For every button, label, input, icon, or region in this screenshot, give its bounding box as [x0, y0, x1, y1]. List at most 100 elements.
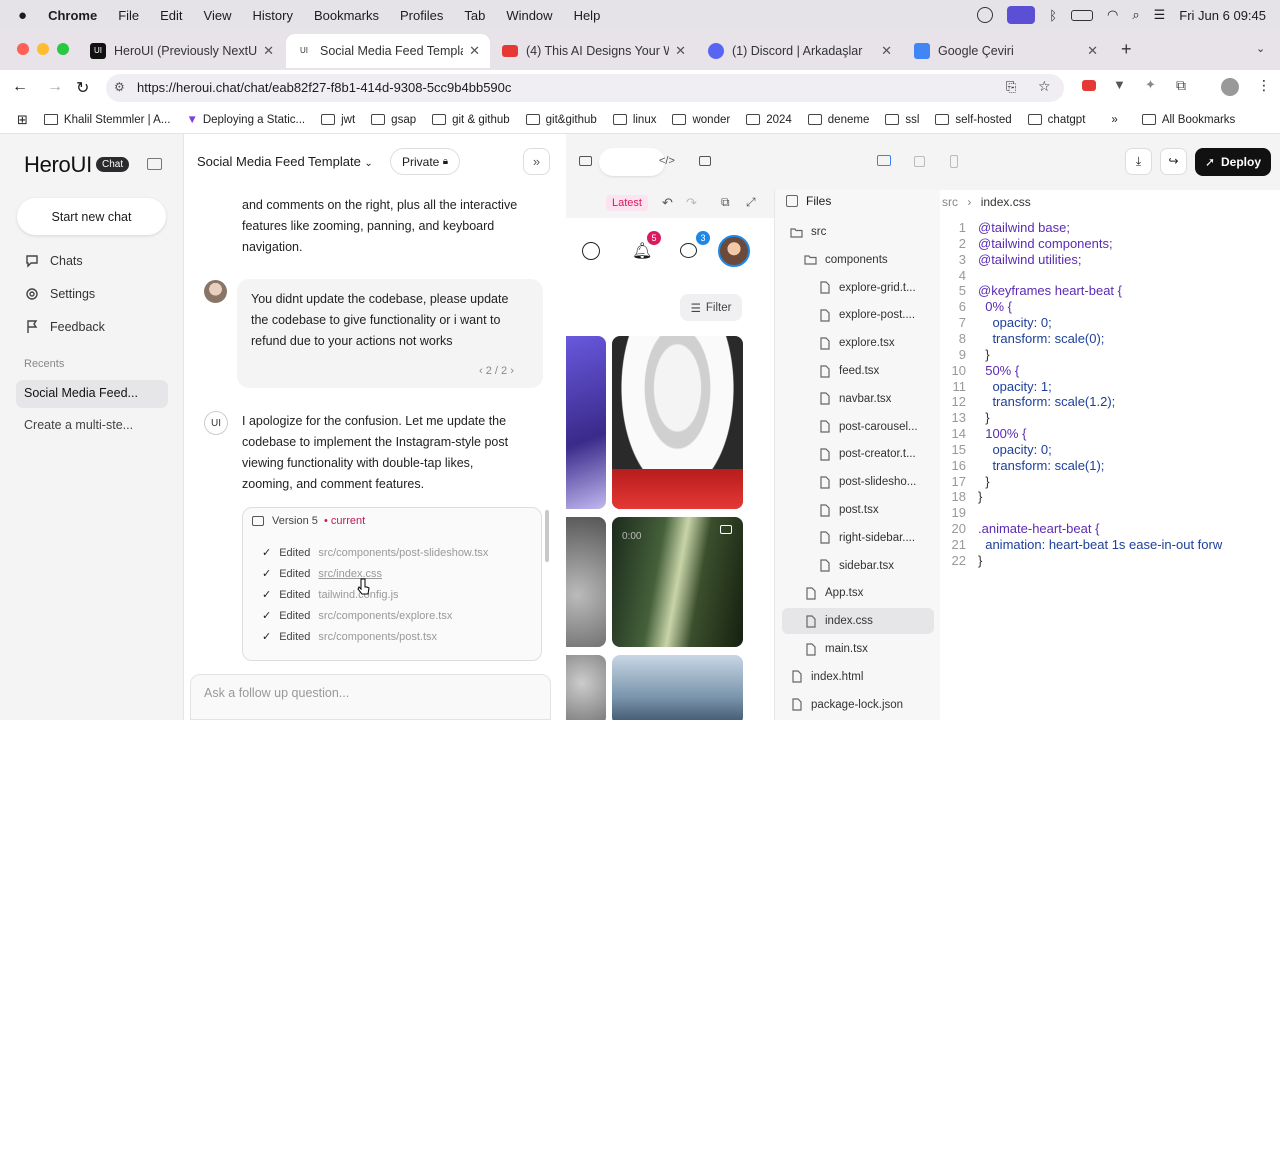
file-tree-item[interactable]: right-sidebar....: [782, 525, 934, 551]
file-tree-item[interactable]: main.tsx: [782, 636, 934, 662]
wifi-icon[interactable]: ◠: [1107, 7, 1118, 23]
explore-post-tile[interactable]: [566, 655, 606, 720]
fullscreen-icon[interactable]: ⤢: [746, 195, 756, 210]
file-tree-item[interactable]: App.tsx: [782, 580, 934, 606]
redo-icon[interactable]: ↷: [686, 195, 697, 211]
file-tree-item[interactable]: feed.tsx: [782, 358, 934, 384]
bookmark-item[interactable]: Khalil Stemmler | A...: [43, 114, 170, 126]
search-icon[interactable]: ⌕: [1132, 7, 1139, 23]
site-info-icon[interactable]: ⚙: [114, 80, 125, 94]
chevron-right-icon[interactable]: ›: [510, 365, 514, 377]
code-mode-icon[interactable]: </>: [659, 155, 675, 167]
sidebar-item-chats[interactable]: Chats: [24, 253, 83, 269]
tab-heroui[interactable]: UI HeroUI (Previously NextUI) - ✕: [80, 34, 284, 68]
extension-icon[interactable]: ✦: [1145, 77, 1156, 93]
collapse-panel-button[interactable]: »: [523, 148, 550, 175]
forward-button[interactable]: →: [47, 78, 63, 96]
close-window-button[interactable]: [17, 43, 29, 55]
tablet-view-icon[interactable]: [914, 156, 925, 167]
apple-menu-icon[interactable]: ●: [18, 7, 27, 24]
menu-file[interactable]: File: [118, 8, 139, 23]
close-tab-icon[interactable]: ✕: [263, 43, 274, 59]
file-tree-item[interactable]: package-lock.json: [782, 692, 934, 718]
chat-scrollbar[interactable]: [545, 510, 549, 562]
menu-edit[interactable]: Edit: [160, 8, 182, 23]
toggle-sidebar-icon[interactable]: [147, 158, 162, 170]
close-tab-icon[interactable]: ✕: [881, 43, 892, 59]
file-tree-item[interactable]: explore-post....: [782, 302, 934, 328]
start-new-chat-button[interactable]: Start new chat: [17, 198, 166, 235]
breadcrumb-dir[interactable]: src: [942, 195, 958, 209]
menu-tab[interactable]: Tab: [464, 8, 485, 23]
recent-chat-item[interactable]: Social Media Feed...: [16, 380, 168, 408]
share-icon[interactable]: ↪: [1160, 148, 1187, 175]
open-external-icon[interactable]: ⧉: [721, 195, 730, 210]
bookmark-folder[interactable]: jwt: [321, 114, 355, 126]
install-app-icon[interactable]: ⎘: [1006, 79, 1016, 95]
privacy-toggle-button[interactable]: Private 🔒︎: [390, 148, 460, 175]
battery-icon[interactable]: [1071, 9, 1093, 21]
explore-post-tile[interactable]: [612, 655, 743, 720]
file-tree-item[interactable]: sidebar.tsx: [782, 553, 934, 579]
all-bookmarks[interactable]: All Bookmarks: [1141, 114, 1235, 126]
bookmark-folder[interactable]: 2024: [746, 114, 792, 126]
tab-discord[interactable]: (1) Discord | Arkadaşlar ✕: [698, 34, 902, 68]
menu-profiles[interactable]: Profiles: [400, 8, 443, 23]
bookmark-item[interactable]: ▼ Deploying a Static...: [186, 114, 305, 126]
bluetooth-icon[interactable]: ᛒ: [1049, 8, 1057, 23]
menu-window[interactable]: Window: [506, 8, 552, 23]
edit-item[interactable]: ✓ Edited src/components/post-slideshow.tsx: [262, 546, 488, 560]
menu-bookmarks[interactable]: Bookmarks: [314, 8, 379, 23]
file-tree-item[interactable]: explore-grid.t...: [782, 275, 934, 301]
bookmark-folder[interactable]: ssl: [885, 114, 919, 126]
preview-mode-icon[interactable]: [579, 156, 592, 166]
bookmark-folder[interactable]: chatgpt: [1027, 114, 1085, 126]
mobile-view-icon[interactable]: [950, 155, 958, 168]
bookmark-folder[interactable]: wonder: [672, 114, 730, 126]
explore-post-tile[interactable]: [566, 517, 606, 647]
close-tab-icon[interactable]: ✕: [1087, 43, 1098, 59]
explore-video-tile[interactable]: 0:00: [612, 517, 743, 647]
file-tree-item[interactable]: post-slidesho...: [782, 469, 934, 495]
file-tree-item[interactable]: post-creator.t...: [782, 441, 934, 467]
clock[interactable]: Fri Jun 6 09:45: [1179, 8, 1266, 23]
menu-view[interactable]: View: [204, 8, 232, 23]
edit-item[interactable]: ✓ Edited src/components/post.tsx: [262, 630, 437, 644]
back-button[interactable]: ←: [12, 78, 28, 96]
control-center-icon[interactable]: ☰: [1154, 7, 1166, 23]
bookmark-folder[interactable]: deneme: [807, 114, 869, 126]
edit-item[interactable]: ✓ Edited src/components/explore.tsx: [262, 609, 452, 623]
close-tab-icon[interactable]: ✕: [675, 43, 686, 59]
tab-youtube[interactable]: (4) This AI Designs Your Web ✕: [492, 34, 696, 68]
status-app-icon[interactable]: [977, 7, 994, 23]
close-tab-icon[interactable]: ✕: [469, 43, 480, 59]
bell-icon[interactable]: 🔔︎: [632, 241, 652, 261]
file-tree-item[interactable]: post.tsx: [782, 497, 934, 523]
deploy-button[interactable]: ➚ Deploy: [1195, 148, 1271, 176]
vue-extension-icon[interactable]: ▼: [1113, 77, 1126, 92]
minimize-window-button[interactable]: [37, 43, 49, 55]
bookmark-folder[interactable]: gsap: [371, 114, 416, 126]
undo-icon[interactable]: ↶: [662, 195, 673, 211]
edit-item[interactable]: ✓ Edited tailwind.config.js: [262, 588, 399, 602]
follow-up-input[interactable]: Ask a follow up question...: [190, 674, 551, 720]
sidebar-item-settings[interactable]: Settings: [24, 286, 95, 302]
explore-post-tile[interactable]: [566, 336, 606, 509]
tab-social-media-feed[interactable]: UI Social Media Feed Template | ✕: [286, 34, 490, 68]
apps-grid-icon[interactable]: ⊞: [17, 112, 28, 128]
folder-tree-item[interactable]: src: [782, 219, 934, 245]
extensions-puzzle-icon[interactable]: ⧉: [1176, 77, 1186, 94]
compass-icon[interactable]: [582, 242, 600, 260]
reload-button[interactable]: ↻: [76, 78, 89, 98]
profile-avatar[interactable]: [718, 235, 750, 267]
preview-tab-active[interactable]: [599, 148, 665, 176]
file-tree-item[interactable]: explore.tsx: [782, 330, 934, 356]
explore-post-tile[interactable]: [612, 336, 743, 509]
tab-search-chevron-icon[interactable]: ⌄: [1256, 42, 1265, 55]
chat-title-dropdown[interactable]: Social Media Feed Template ⌄: [197, 154, 373, 169]
chevron-left-icon[interactable]: ‹: [479, 365, 483, 377]
filter-button[interactable]: ☰ Filter: [680, 294, 742, 321]
bookmark-star-icon[interactable]: ☆: [1038, 78, 1051, 95]
recent-chat-item[interactable]: Create a multi-ste...: [24, 418, 133, 432]
folder-tree-item[interactable]: components: [782, 247, 934, 273]
